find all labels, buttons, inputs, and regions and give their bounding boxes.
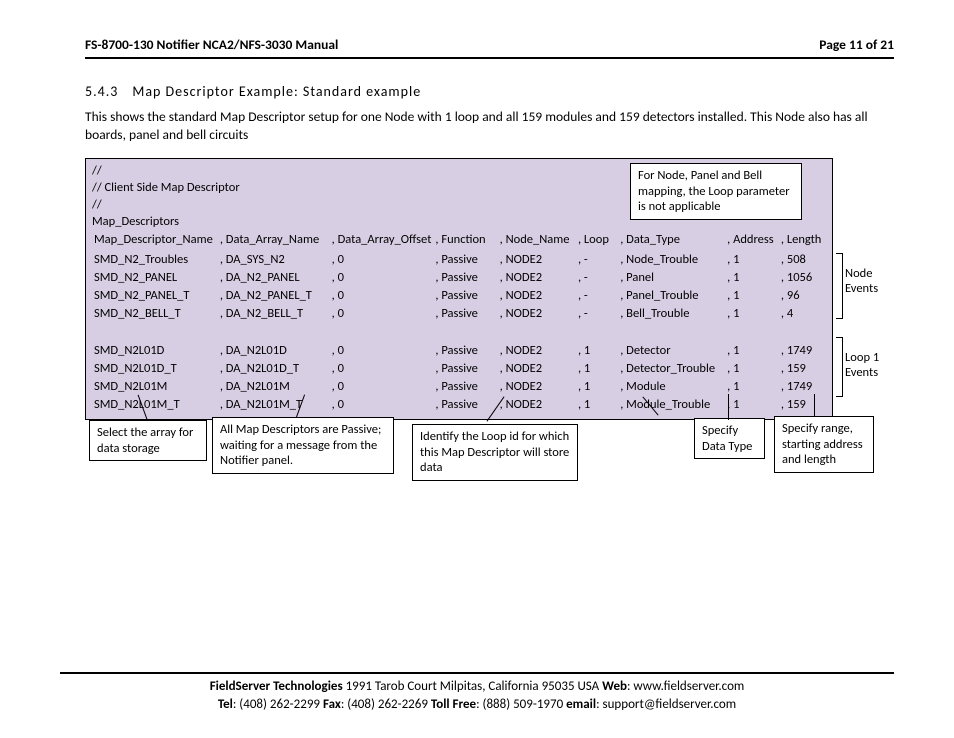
- footer-tel: : (408) 262-2299: [233, 697, 323, 712]
- callout-loop-id: Identify the Loop id for which this Map …: [412, 424, 578, 481]
- connector-line: [814, 394, 815, 416]
- callout-data-type: Specify Data Type: [694, 418, 765, 459]
- table-row: SMD_N2_BELL_T, DA_N2_BELL_T, 0, Passive,…: [92, 304, 826, 322]
- footer-web-label: Web: [602, 679, 627, 694]
- table-row: SMD_N2_PANEL, DA_N2_PANEL, 0, Passive, N…: [92, 268, 826, 286]
- col-header: Map_Descriptor_Name: [92, 231, 218, 251]
- table-row: SMD_N2L01D, DA_N2L01D, 0, Passive, NODE2…: [92, 341, 826, 359]
- side-label-loop: Loop 1 Events: [845, 350, 900, 380]
- section-number: 5.4.3: [85, 83, 118, 100]
- table-header-row: Map_Descriptor_Name , Data_Array_Name , …: [92, 231, 826, 251]
- col-header: , Loop: [576, 231, 618, 251]
- side-label-node: Node Events: [845, 266, 900, 296]
- table-row: SMD_N2L01M, DA_N2L01M, 0, Passive, NODE2…: [92, 377, 826, 395]
- callout-select-array: Select the array for data storage: [89, 420, 207, 461]
- connector-line: [728, 394, 729, 420]
- table-row: SMD_N2L01M_T, DA_N2L01M_T, 0, Passive, N…: [92, 395, 826, 413]
- col-header: , Data_Array_Name: [218, 231, 330, 251]
- footer-tollfree-label: Toll Free: [431, 697, 476, 712]
- page-number: Page 11 of 21: [819, 36, 894, 53]
- table-row: SMD_N2L01D_T, DA_N2L01D_T, 0, Passive, N…: [92, 359, 826, 377]
- brace-icon: [836, 253, 843, 319]
- section-heading: 5.4.3 Map Descriptor Example: Standard ex…: [85, 83, 894, 100]
- footer-company: FieldServer Technologies: [210, 679, 343, 694]
- descriptor-table: Map_Descriptor_Name , Data_Array_Name , …: [92, 231, 826, 414]
- footer-web: : www.fieldserver.com: [627, 679, 744, 694]
- brace-icon: [836, 337, 843, 397]
- footer-fax: : (408) 262-2269: [341, 697, 431, 712]
- footer-address: 1991 Tarob Court Milpitas, California 95…: [343, 679, 603, 694]
- section-title: Map Descriptor Example: Standard example: [132, 83, 421, 100]
- page-header: FS-8700-130 Notifier NCA2/NFS-3030 Manua…: [85, 36, 894, 59]
- col-header: , Data_Type: [618, 231, 725, 251]
- col-header: , Node_Name: [498, 231, 576, 251]
- col-header: , Function: [433, 231, 497, 251]
- footer-email: : support@fieldserver.com: [596, 697, 736, 712]
- section-intro: This shows the standard Map Descriptor s…: [85, 108, 894, 144]
- table-row: SMD_N2_Troubles, DA_SYS_N2, 0, Passive, …: [92, 250, 826, 268]
- col-header: , Length: [779, 231, 826, 251]
- callout-passive: All Map Descriptors are Passive; waiting…: [212, 417, 394, 474]
- callout-loop-na: For Node, Panel and Bell mapping, the Lo…: [630, 163, 802, 220]
- footer-email-label: email: [566, 697, 596, 712]
- footer-fax-label: Fax: [323, 697, 341, 712]
- footer-tollfree: : (888) 509-1970: [476, 697, 566, 712]
- col-header: , Data_Array_Offset: [330, 231, 434, 251]
- page-footer: FieldServer Technologies 1991 Tarob Cour…: [60, 672, 894, 714]
- table-row: SMD_N2_PANEL_T, DA_N2_PANEL_T, 0, Passiv…: [92, 286, 826, 304]
- callout-range: Specify range, starting address and leng…: [774, 416, 874, 473]
- footer-tel-label: Tel: [218, 697, 233, 712]
- col-header: , Address: [725, 231, 779, 251]
- doc-title: FS-8700-130 Notifier NCA2/NFS-3030 Manua…: [85, 36, 338, 53]
